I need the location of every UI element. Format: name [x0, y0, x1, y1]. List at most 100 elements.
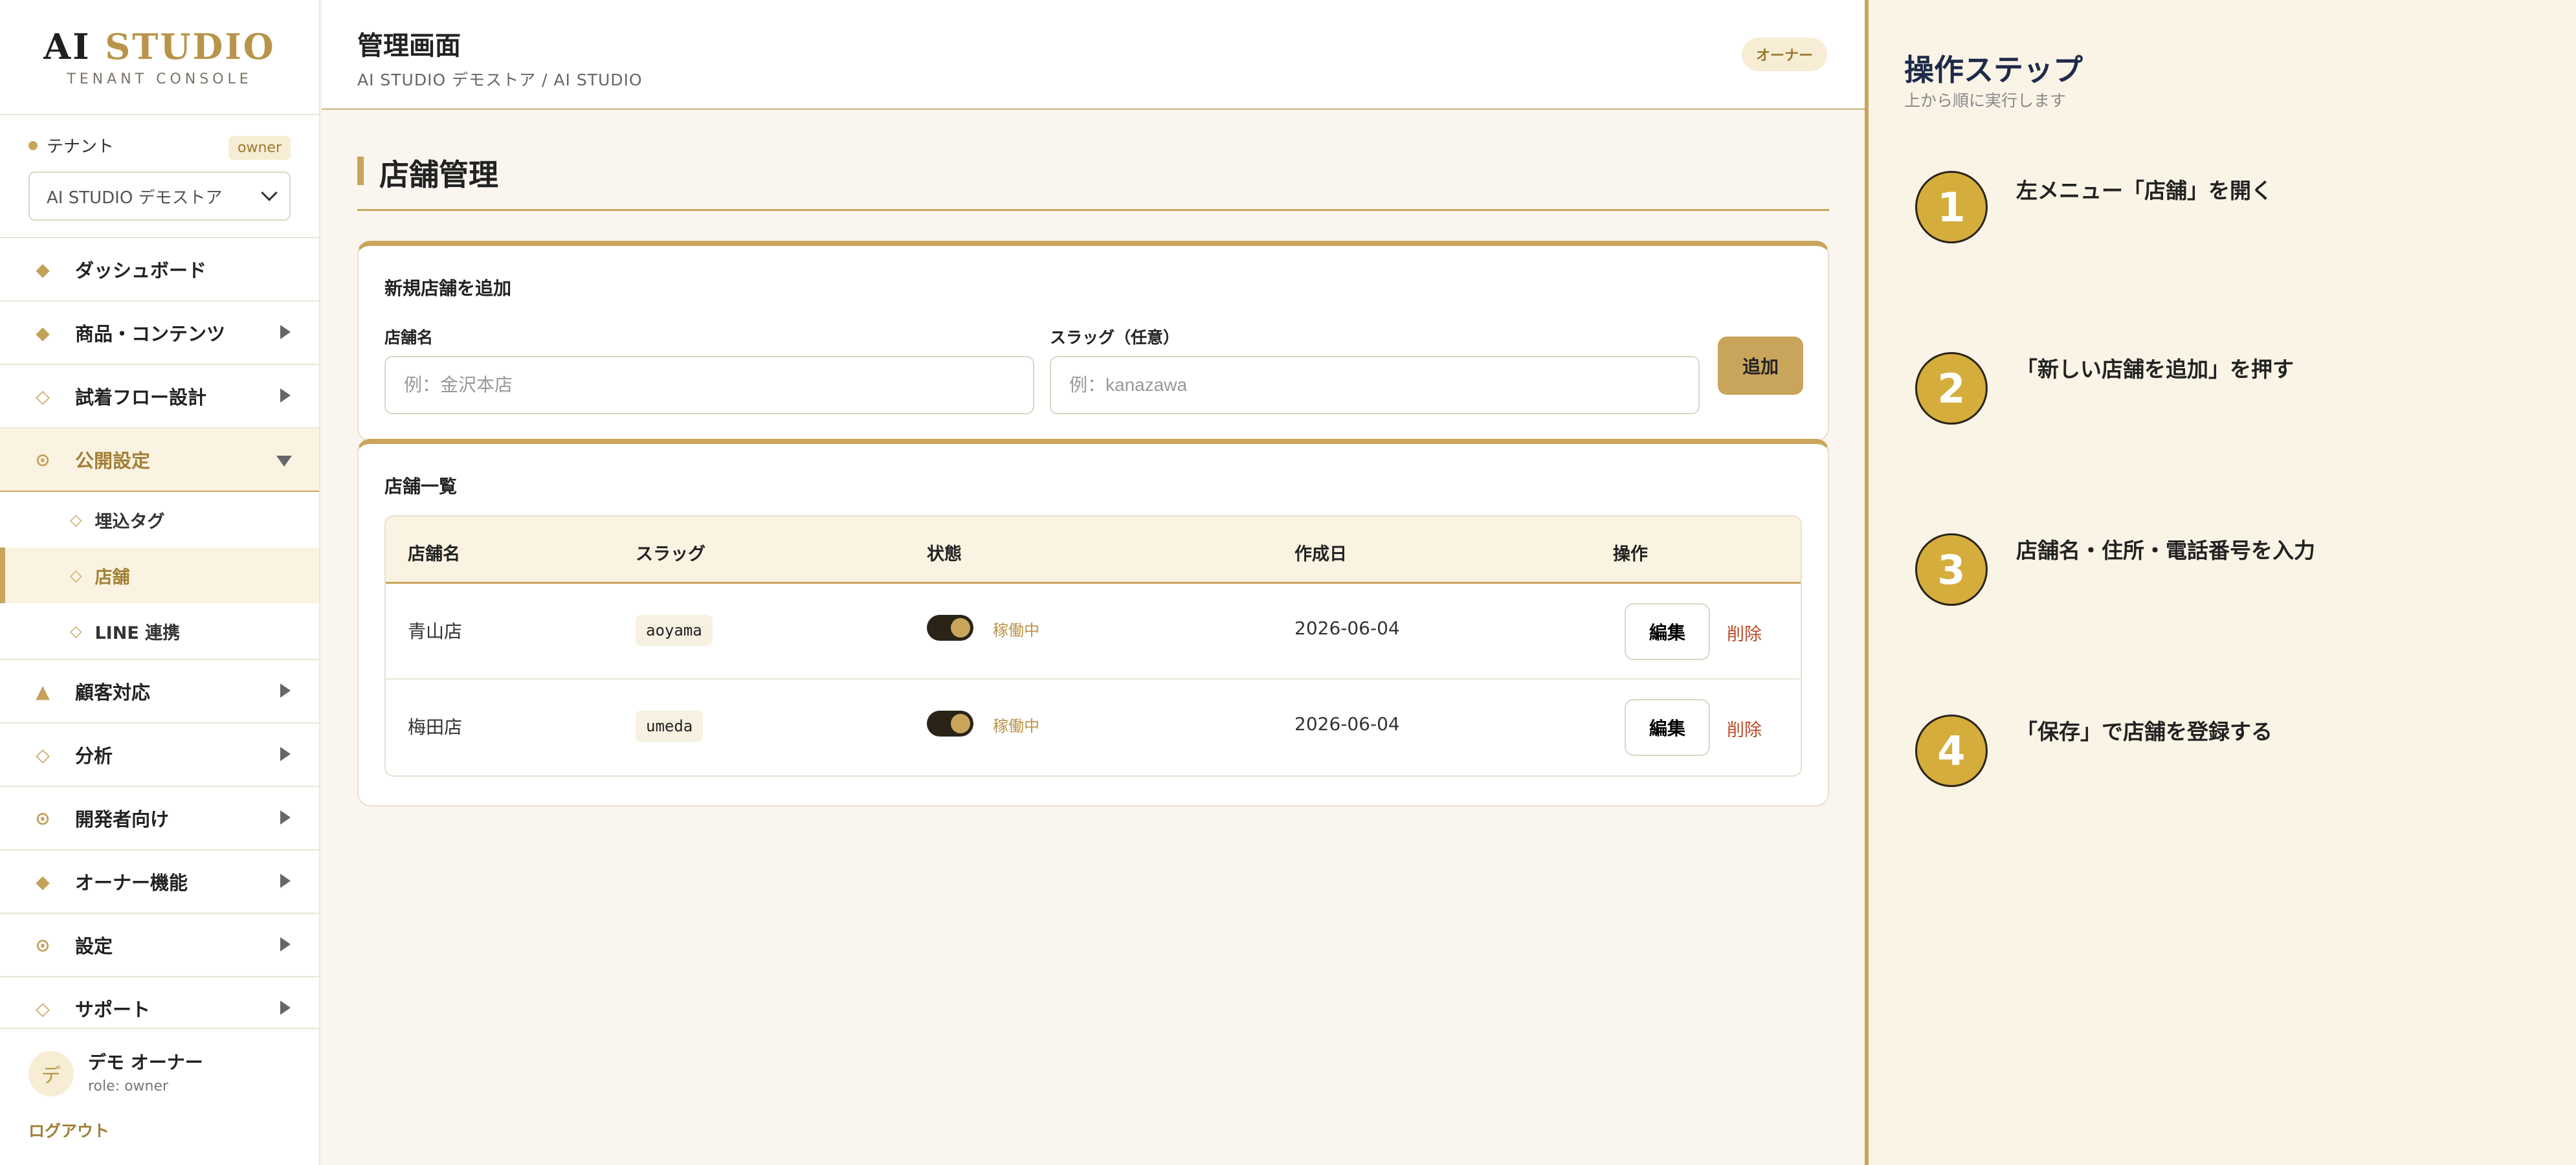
avatar: デ: [28, 1051, 74, 1096]
sidebar-item-settings[interactable]: ⊙ 設定: [0, 914, 319, 977]
brand: AI STUDIO TENANT CONSOLE: [0, 0, 319, 115]
sidebar-item-label: 開発者向け: [75, 808, 170, 830]
sidebar-subitem-label: 店舗: [94, 567, 130, 588]
caret-right-icon: [280, 683, 291, 698]
role-badge: オーナー: [1741, 38, 1827, 71]
sidebar-subitem-embed[interactable]: ◇ 埋込タグ: [0, 492, 319, 548]
sidebar-subitem-line[interactable]: ◇ LINE 連携: [0, 603, 319, 659]
sidebar-subitem-stores[interactable]: ◇ 店舗: [0, 548, 319, 603]
column-header-created: 作成日: [1294, 544, 1347, 564]
sidebar-item-customer[interactable]: ▲ 顧客対応: [0, 660, 319, 724]
main-content: 管理画面 AI STUDIO デモストア / AI STUDIO オーナー 店舗…: [322, 0, 1865, 1165]
page-header: 店舗管理: [357, 150, 1829, 211]
sidebar-item-label: サポート: [75, 999, 151, 1021]
add-store-button[interactable]: 追加: [1718, 337, 1803, 395]
brand-title-accent: STUDIO: [105, 26, 276, 67]
step-number: 4: [1915, 715, 1988, 787]
tenant-label-text: テナント: [47, 137, 115, 157]
sidebar-item-tryon-flow[interactable]: ◇ 試着フロー設計: [0, 365, 319, 428]
edit-button[interactable]: 編集: [1625, 699, 1710, 756]
sidebar-item-label: 商品・コンテンツ: [75, 323, 226, 345]
sidebar-nav: ◆ ダッシュボード ◆ 商品・コンテンツ ◇ 試着フロー設計 ⊙ 公開設定 ◇ …: [0, 238, 319, 1041]
store-list-card: 店舗一覧 店舗名 スラッグ 状態 作成日 操作 青山店 aoyama 稼働中 2…: [357, 439, 1829, 806]
brand-logo[interactable]: AI STUDIO: [0, 26, 319, 67]
sidebar-item-owner[interactable]: ◆ オーナー機能: [0, 850, 319, 914]
caret-right-icon: [280, 874, 291, 888]
guide-step: 1 左メニュー「店舗」を開く: [1915, 171, 2498, 249]
caret-down-icon: [276, 456, 292, 467]
diamond-filled-icon: ◆: [36, 258, 50, 280]
step-text: 店舗名・住所・電話番号を入力: [2016, 538, 2315, 563]
store-name-cell: 梅田店: [408, 716, 463, 738]
created-date-cell: 2026-06-04: [1294, 617, 1400, 639]
sidebar-subitem-label: LINE 連携: [94, 623, 181, 643]
column-header-actions: 操作: [1613, 544, 1648, 564]
toggle-knob: [951, 714, 970, 733]
status-toggle[interactable]: [927, 711, 973, 737]
store-slug-input[interactable]: [1050, 356, 1700, 414]
sidebar-item-label: 分析: [75, 745, 113, 767]
sidebar-item-publish[interactable]: ⊙ 公開設定: [0, 428, 319, 492]
triangle-icon: ▲: [36, 680, 50, 702]
tenant-select[interactable]: AI STUDIO デモストア: [28, 172, 291, 221]
created-date-cell: 2026-06-04: [1294, 713, 1400, 735]
toggle-knob: [951, 618, 970, 638]
diamond-filled-icon: ◆: [36, 871, 50, 893]
diamond-outline-icon: ◇: [36, 744, 50, 766]
diamond-outline-icon: ◇: [70, 622, 82, 640]
table-header: 店舗名 スラッグ 状態 作成日 操作: [386, 516, 1801, 584]
guide-panel: 操作ステップ 上から順に実行します 1 左メニュー「店舗」を開く 2 「新しい店…: [1865, 0, 2576, 1165]
store-list-title: 店舗一覧: [384, 476, 458, 497]
sidebar-item-products[interactable]: ◆ 商品・コンテンツ: [0, 302, 319, 365]
add-store-card: 新規店舗を追加 店舗名 スラッグ（任意） 追加: [357, 241, 1829, 441]
sidebar-item-analytics[interactable]: ◇ 分析: [0, 724, 319, 787]
user-role: role: owner: [88, 1078, 169, 1094]
diamond-outline-icon: ◇: [36, 385, 50, 407]
step-text: 「新しい店舗を追加」を押す: [2016, 357, 2294, 382]
delete-link[interactable]: 削除: [1727, 620, 1762, 645]
step-number: 3: [1915, 533, 1988, 606]
guide-title: 操作ステップ: [1904, 52, 2083, 87]
status-text: 稼働中: [993, 621, 1039, 639]
sidebar-subitem-label: 埋込タグ: [94, 511, 165, 532]
diamond-outline-icon: ◇: [70, 511, 82, 529]
sidebar-item-dashboard[interactable]: ◆ ダッシュボード: [0, 238, 319, 302]
add-store-title: 新規店舗を追加: [384, 278, 512, 299]
app-title: 管理画面: [357, 31, 461, 61]
caret-right-icon: [280, 388, 291, 403]
caret-right-icon: [280, 1001, 291, 1015]
circle-dot-icon: ⊙: [35, 449, 50, 471]
guide-step: 3 店舗名・住所・電話番号を入力: [1915, 533, 2498, 611]
status-text: 稼働中: [993, 717, 1039, 735]
circle-dot-icon: ⊙: [35, 807, 50, 829]
sidebar: AI STUDIO TENANT CONSOLE テナント owner AI S…: [0, 0, 320, 1165]
tenant-select-value: AI STUDIO デモストア: [47, 188, 223, 208]
sidebar-item-developer[interactable]: ⊙ 開発者向け: [0, 787, 319, 850]
edit-button[interactable]: 編集: [1625, 603, 1710, 660]
page-title: 店舗管理: [379, 157, 498, 192]
sidebar-item-label: 試着フロー設計: [75, 386, 207, 408]
status-toggle[interactable]: [927, 615, 973, 641]
store-slug-cell: umeda: [636, 711, 704, 742]
guide-step: 2 「新しい店舗を追加」を押す: [1915, 352, 2498, 430]
column-header-status: 状態: [927, 544, 962, 564]
store-name-cell: 青山店: [408, 621, 463, 642]
store-slug-cell: aoyama: [636, 615, 713, 646]
top-bar: 管理画面 AI STUDIO デモストア / AI STUDIO オーナー: [322, 0, 1865, 110]
delete-link[interactable]: 削除: [1727, 716, 1762, 741]
sidebar-item-label: 設定: [75, 935, 113, 957]
table-row: 梅田店 umeda 稼働中 2026-06-04 編集 削除: [386, 680, 1801, 775]
diamond-outline-icon: ◇: [70, 566, 82, 584]
publish-submenu: ◇ 埋込タグ ◇ 店舗 ◇ LINE 連携: [0, 492, 319, 660]
table-row: 青山店 aoyama 稼働中 2026-06-04 編集 削除: [386, 584, 1801, 680]
step-number: 1: [1915, 171, 1988, 243]
title-accent-bar: [357, 157, 364, 185]
store-name-input[interactable]: [384, 356, 1034, 414]
breadcrumb: AI STUDIO デモストア / AI STUDIO: [357, 71, 643, 89]
step-number: 2: [1915, 352, 1988, 425]
store-table: 店舗名 スラッグ 状態 作成日 操作 青山店 aoyama 稼働中 2026-0…: [384, 515, 1802, 777]
diamond-filled-icon: ◆: [36, 322, 50, 344]
tenant-switcher: テナント owner AI STUDIO デモストア: [0, 115, 319, 238]
logout-link[interactable]: ログアウト: [28, 1118, 109, 1142]
guide-step: 4 「保存」で店舗を登録する: [1915, 715, 2498, 792]
